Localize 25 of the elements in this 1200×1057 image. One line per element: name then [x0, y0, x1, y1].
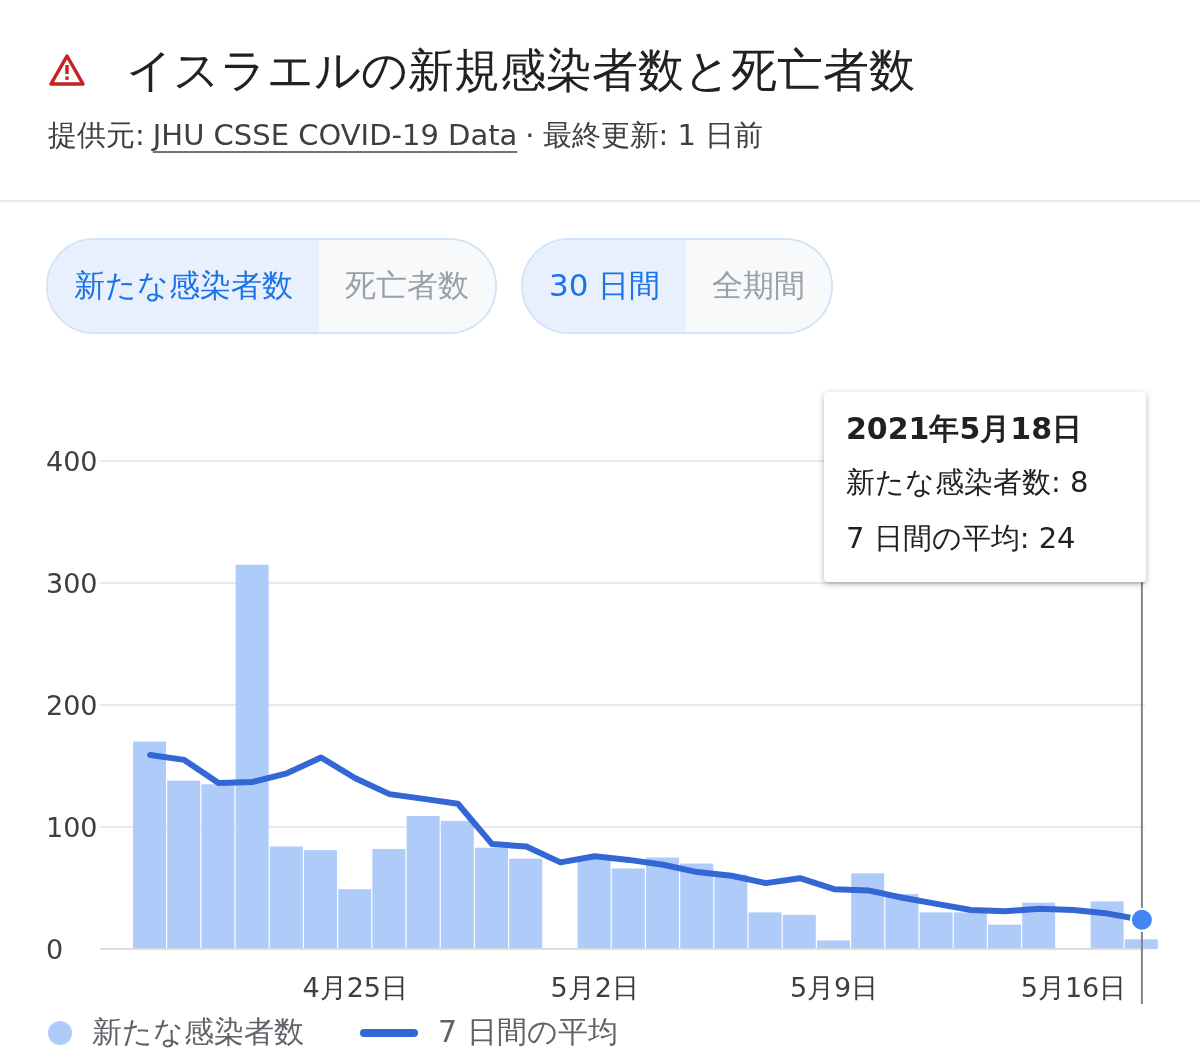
legend-dot-icon: [48, 1020, 72, 1045]
source-label: 提供元:: [48, 117, 145, 154]
source-link[interactable]: JHU CSSE COVID-19 Data: [152, 118, 518, 152]
y-axis-label: 100: [46, 812, 98, 843]
x-axis-label: 5月2日: [550, 972, 639, 1003]
x-axis-label: 4月25日: [302, 972, 409, 1003]
tooltip-value: 7 日間の平均: 24: [846, 520, 1077, 557]
last-updated-text: 最終更新: 1 日前: [542, 117, 764, 154]
legend-label: 新たな感染者数: [92, 1013, 304, 1051]
tooltip-date: 2021年5月18日: [846, 410, 1084, 448]
separator-dot: ·: [525, 118, 535, 152]
tooltip-value: 新たな感染者数: 8: [846, 464, 1090, 501]
toggle-tab[interactable]: 新たな感染者数: [48, 240, 319, 332]
x-axis-label: 5月16日: [1020, 972, 1127, 1003]
y-axis-label: 200: [46, 690, 98, 721]
x-axis-label: 5月9日: [789, 972, 879, 1003]
chart-title: イスラエルの新規感染者数と死亡者数: [126, 42, 915, 99]
toggle-tab[interactable]: 30 日間: [523, 240, 687, 332]
y-axis-label: 400: [46, 446, 98, 477]
legend-line-icon: [360, 1028, 418, 1037]
warning-icon: [48, 53, 86, 87]
y-axis-label: 300: [46, 568, 98, 599]
legend-label: 7 日間の平均: [438, 1013, 618, 1051]
y-axis-label: 0: [46, 934, 64, 965]
hover-point: [1129, 907, 1154, 932]
